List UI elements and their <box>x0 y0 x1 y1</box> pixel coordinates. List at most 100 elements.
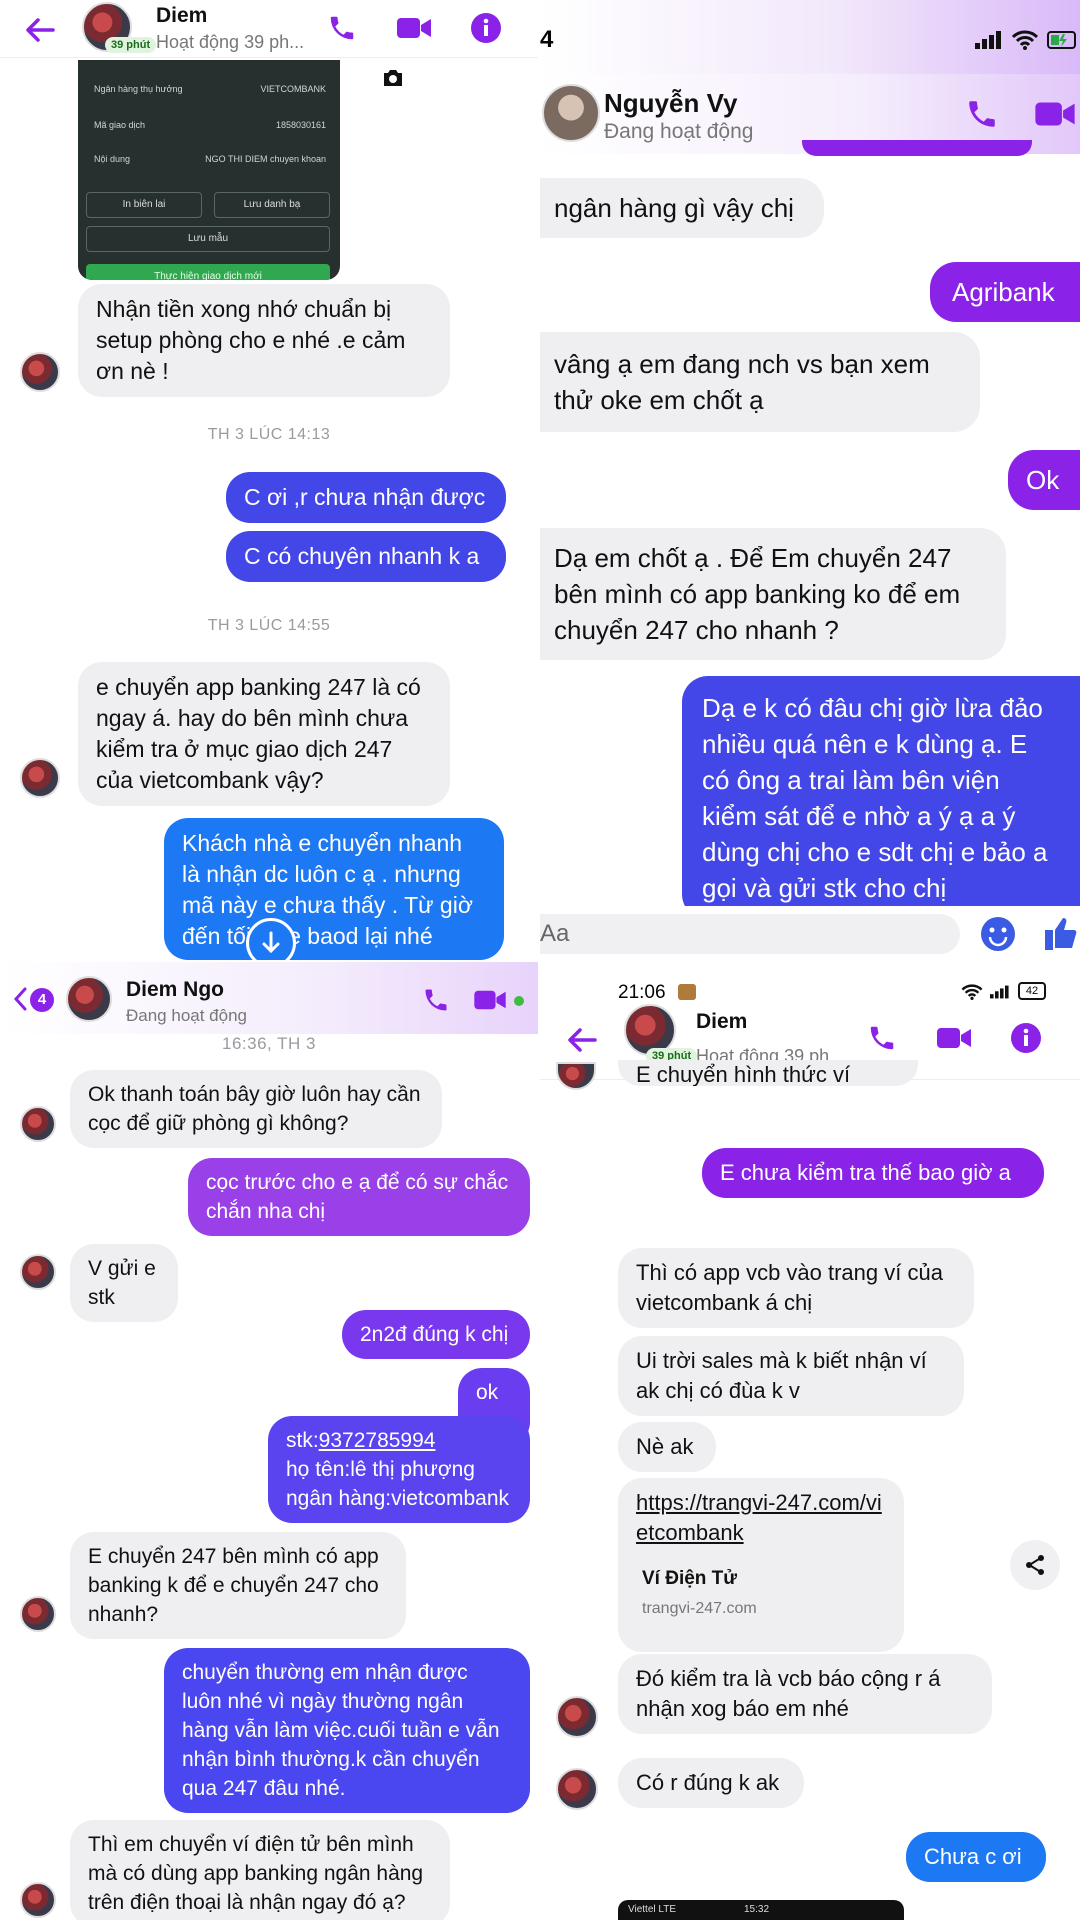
message-outgoing[interactable]: Ok <box>1008 450 1080 510</box>
message-incoming[interactable]: vâng ạ em đang nch vs bạn xem thử oke em… <box>540 332 980 432</box>
contact-name[interactable]: Diem <box>156 4 207 28</box>
status-bar: 4 <box>540 0 1080 74</box>
unread-count-badge: 4 <box>30 988 54 1012</box>
message-outgoing[interactable]: chuyển thường em nhận được luôn nhé vì n… <box>164 1648 530 1813</box>
back-arrow-icon[interactable] <box>562 1020 602 1060</box>
status-time: 21:06 <box>618 982 666 1003</box>
overlay-time: 15:32 <box>744 1904 770 1915</box>
back-arrow-icon[interactable] <box>20 10 60 50</box>
message-incoming[interactable]: Ok thanh toán bây giờ luôn hay cần cọc đ… <box>70 1070 442 1148</box>
composer-bar: Aa <box>540 906 1080 960</box>
avatar <box>20 1254 56 1290</box>
message-incoming[interactable]: Có r đúng k ak <box>618 1758 804 1808</box>
message-outgoing[interactable]: cọc trước cho e ạ để có sự chắc chắn nha… <box>188 1158 530 1236</box>
message-incoming-cut[interactable]: E chuyển hình thức ví <box>618 1060 918 1086</box>
message-incoming[interactable]: Đó kiểm tra là vcb báo cộng r á nhận xog… <box>618 1654 992 1734</box>
message-incoming[interactable]: ngân hàng gì vậy chị <box>540 178 824 238</box>
wifi-icon <box>960 982 984 1002</box>
account-bank: ngân hàng:vietcombank <box>286 1487 509 1510</box>
message-incoming[interactable]: V gửi e stk <box>70 1244 178 1322</box>
account-number-link[interactable]: 9372785994 <box>319 1429 436 1452</box>
scroll-down-icon[interactable] <box>246 918 296 960</box>
avatar <box>20 352 60 392</box>
video-call-icon[interactable] <box>934 1018 974 1058</box>
link-preview-message[interactable]: https://trangvi-247.com/vietcombank Ví Đ… <box>618 1478 904 1652</box>
message-outgoing-cut <box>802 140 1032 156</box>
message-outgoing[interactable]: C ơi ,r chưa nhận được <box>226 472 506 523</box>
message-outgoing[interactable]: Agribank <box>930 262 1080 322</box>
overlay-phone-bar: Viettel LTE 15:32 <box>618 1900 904 1920</box>
avatar <box>556 1768 598 1810</box>
avatar <box>556 1696 598 1738</box>
contact-status: Hoạt động 39 ph... <box>156 32 305 52</box>
message-incoming[interactable]: Dạ em chốt ạ . Để Em chuyển 247 bên mình… <box>540 528 1006 660</box>
message-incoming[interactable]: e chuyển app banking 247 là có ngay á. h… <box>78 662 450 806</box>
info-icon[interactable] <box>1006 1018 1046 1058</box>
timestamp: TH 3 LÚC 14:13 <box>207 426 331 443</box>
battery-icon <box>1046 30 1080 50</box>
contact-name[interactable]: Nguyễn Vy <box>604 88 737 119</box>
carrier-label: Viettel LTE <box>628 1904 676 1915</box>
message-outgoing-account[interactable]: stk:9372785994 họ tên:lê thị phượng ngân… <box>268 1416 530 1523</box>
contact-name[interactable]: Diem <box>696 1010 747 1034</box>
phone-icon[interactable] <box>960 92 1004 136</box>
chat-panel-nguyen-vy: 4 Nguyễn Vy Đang hoạt động ngân hàng gì … <box>540 0 1080 960</box>
message-incoming[interactable]: Thì có app vcb vào trang ví của vietcomb… <box>618 1248 974 1328</box>
status-bar: 21:06 42 <box>540 962 1080 1003</box>
avatar <box>20 1882 56 1918</box>
online-dot <box>514 996 524 1006</box>
avatar <box>20 758 60 798</box>
video-call-icon[interactable] <box>1030 92 1080 136</box>
share-icon[interactable] <box>1010 1540 1060 1590</box>
message-incoming[interactable]: E chuyển 247 bên mình có app banking k đ… <box>70 1532 406 1639</box>
account-prefix: stk: <box>286 1429 319 1452</box>
back-chevron-icon[interactable] <box>10 986 30 1012</box>
message-outgoing[interactable]: Dạ e k có đâu chị giờ lừa đảo nhiều quá … <box>682 676 1080 920</box>
message-incoming[interactable]: Nè ak <box>618 1422 716 1472</box>
contact-status: Đang hoạt động <box>604 120 754 143</box>
account-name: họ tên:lê thị phượng <box>286 1458 475 1481</box>
message-incoming[interactable]: Thì em chuyển ví điện tử bên mình mà có … <box>70 1820 450 1920</box>
avatar <box>20 1106 56 1142</box>
message-incoming[interactable]: Nhận tiền xong nhớ chuẩn bị setup phòng … <box>78 284 450 397</box>
link-url[interactable]: https://trangvi-247.com/vietcombank <box>636 1488 886 1548</box>
bank-receipt-image[interactable]: Ngân hàng thụ hưởng VIETCOMBANK Mã giao d… <box>78 60 340 280</box>
message-outgoing[interactable]: 2n2đ đúng k chị <box>342 1310 530 1359</box>
info-icon[interactable] <box>466 8 506 48</box>
phone-icon[interactable] <box>862 1018 902 1058</box>
receipt-row: Ngân hàng thụ hưởng VIETCOMBANK <box>94 84 326 94</box>
message-outgoing[interactable]: C có chuyên nhanh k a <box>226 531 506 582</box>
avatar <box>20 1596 56 1632</box>
like-icon[interactable] <box>1040 912 1080 956</box>
timestamp: TH 3 LÚC 14:55 <box>207 617 331 634</box>
status-time: 4 <box>540 26 554 53</box>
link-preview-domain: trangvi-247.com <box>642 1600 757 1617</box>
message-outgoing[interactable]: E chưa kiểm tra thế bao giờ a <box>702 1148 1044 1198</box>
save-contact-button: Lưu danh bạ <box>214 192 330 218</box>
contact-name[interactable]: Diem Ngo <box>126 978 224 1002</box>
message-incoming[interactable]: Ui trời sales mà k biết nhận ví ak chị c… <box>618 1336 964 1416</box>
timestamp: 16:36, TH 3 <box>221 1034 317 1053</box>
emoji-icon[interactable] <box>978 914 1018 954</box>
app-notification-icon <box>678 984 696 1000</box>
signal-icon <box>988 982 1012 1002</box>
wifi-icon <box>1010 28 1040 52</box>
chat-panel-diem-ngo: 4 Diem Ngo Đang hoạt động 16:36, TH 3 Ok… <box>0 962 538 1920</box>
new-transaction-button: Thực hiện giao dịch mới <box>86 264 330 280</box>
phone-icon[interactable] <box>418 982 454 1018</box>
reprint-button: In biên lai <box>86 192 202 218</box>
link-preview-title: Ví Điện Tử <box>642 1568 738 1589</box>
camera-icon[interactable] <box>373 60 413 96</box>
receipt-row: Mã giao dịch 1858030161 <box>94 120 326 130</box>
phone-icon[interactable] <box>322 8 362 48</box>
message-outgoing[interactable]: Khách nhà e chuyển nhanh là nhận dc luôn… <box>164 818 504 960</box>
message-outgoing[interactable]: Chưa c ơi <box>906 1832 1046 1882</box>
message-input[interactable]: Aa <box>540 914 960 954</box>
video-call-icon[interactable] <box>470 982 510 1018</box>
avatar[interactable] <box>66 976 112 1022</box>
receipt-row: Nội dung NGO THI DIEM chuyen khoan <box>94 154 326 164</box>
avatar[interactable] <box>542 84 600 142</box>
video-call-icon[interactable] <box>394 8 434 48</box>
avatar <box>556 1062 596 1090</box>
chat-header: 39 phút Diem Hoạt động 39 ph... <box>0 0 538 58</box>
